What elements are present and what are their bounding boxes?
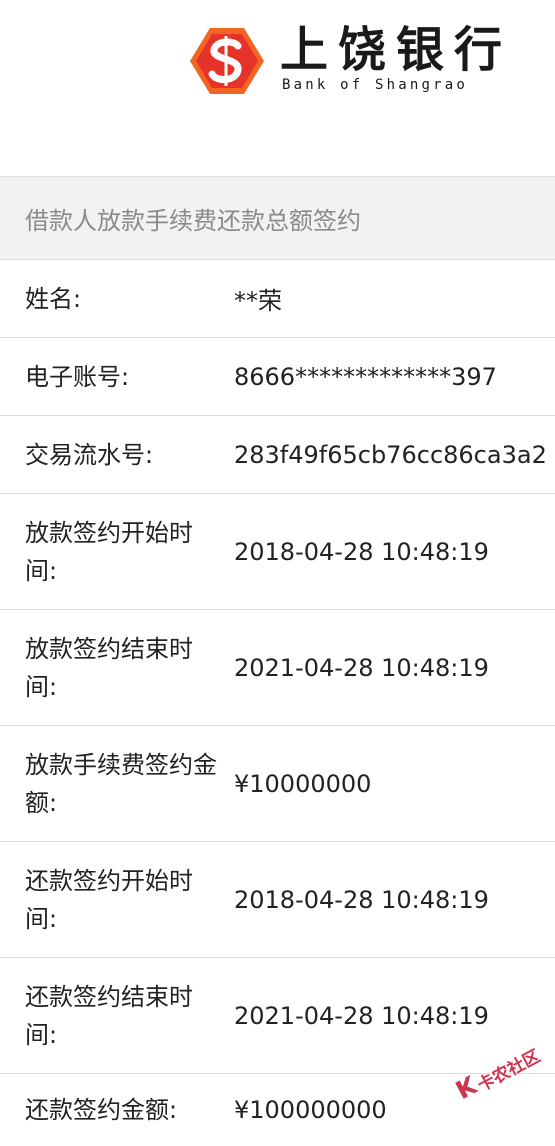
row-value: 2018-04-28 10:48:19 (234, 885, 489, 914)
row-label: 交易流水号: (25, 440, 154, 469)
row-value: 283f49f65cb76cc86ca3a2 (234, 440, 547, 469)
bank-logo-icon (190, 28, 264, 94)
row-label: 放款签约开始时间: (25, 518, 193, 585)
row-label: 放款手续费签约金额: (25, 750, 217, 817)
row-value: 2021-04-28 10:48:19 (234, 1001, 489, 1030)
row-value: 8666*************397 (234, 362, 497, 391)
row-value: 2021-04-28 10:48:19 (234, 653, 489, 682)
row-value: ¥100000000 (234, 1096, 387, 1124)
row-label: 放款签约结束时间: (25, 634, 193, 701)
row-label: 还款签约结束时间: (25, 982, 193, 1049)
row-label: 还款签约开始时间: (25, 866, 193, 933)
row-value: 2018-04-28 10:48:19 (234, 537, 489, 566)
row-repay-sign-start-time: 还款签约开始时间: 2018-04-28 10:48:19 (0, 842, 555, 958)
section-title-bar: 借款人放款手续费还款总额签约 (0, 176, 555, 260)
row-label: 姓名: (25, 284, 82, 313)
section-title: 借款人放款手续费还款总额签约 (25, 207, 361, 235)
watermark-text: 卡农社区 (474, 1046, 544, 1097)
row-label: 还款签约金额: (25, 1096, 178, 1124)
row-loan-fee-amount: 放款手续费签约金额: ¥10000000 (0, 726, 555, 842)
row-value: ¥10000000 (234, 769, 372, 798)
row-label: 电子账号: (25, 362, 130, 391)
row-name: 姓名: **荣 (0, 260, 555, 338)
row-loan-sign-start-time: 放款签约开始时间: 2018-04-28 10:48:19 (0, 494, 555, 610)
row-transaction-serial: 交易流水号: 283f49f65cb76cc86ca3a2 (0, 416, 555, 494)
bank-name-en: Bank of Shangrao (282, 77, 469, 93)
row-value: **荣 (234, 287, 282, 315)
row-loan-sign-end-time: 放款签约结束时间: 2021-04-28 10:48:19 (0, 610, 555, 726)
bank-name-cn: 上饶银行 (280, 22, 513, 78)
row-account-number: 电子账号: 8666*************397 (0, 338, 555, 416)
page-header: 上饶银行 Bank of Shangrao (0, 0, 555, 176)
contract-details-list: 姓名: **荣 电子账号: 8666*************397 交易流水号… (0, 260, 555, 1146)
